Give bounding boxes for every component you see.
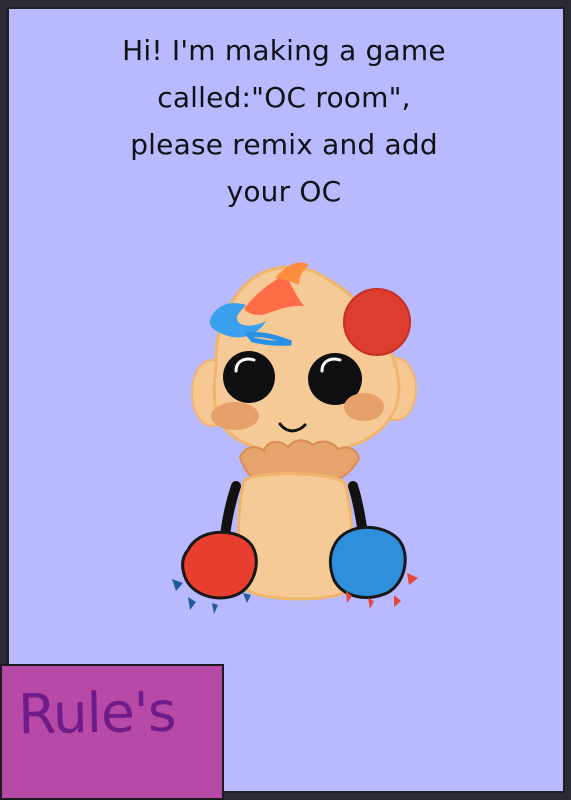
title-line-1: Hi! I'm making a game — [122, 34, 446, 67]
rules-button[interactable]: Rule's — [0, 664, 224, 800]
game-screen: Hi! I'm making a game called:"OC room", … — [0, 0, 571, 800]
title-line-4: your OC — [226, 175, 342, 208]
title-text: Hi! I'm making a game called:"OC room", … — [69, 27, 499, 215]
character-sprite — [172, 262, 418, 614]
rules-button-label: Rule's — [17, 679, 177, 747]
title-line-2: called:"OC room", — [157, 81, 411, 114]
title-line-3: please remix and add — [130, 128, 438, 161]
